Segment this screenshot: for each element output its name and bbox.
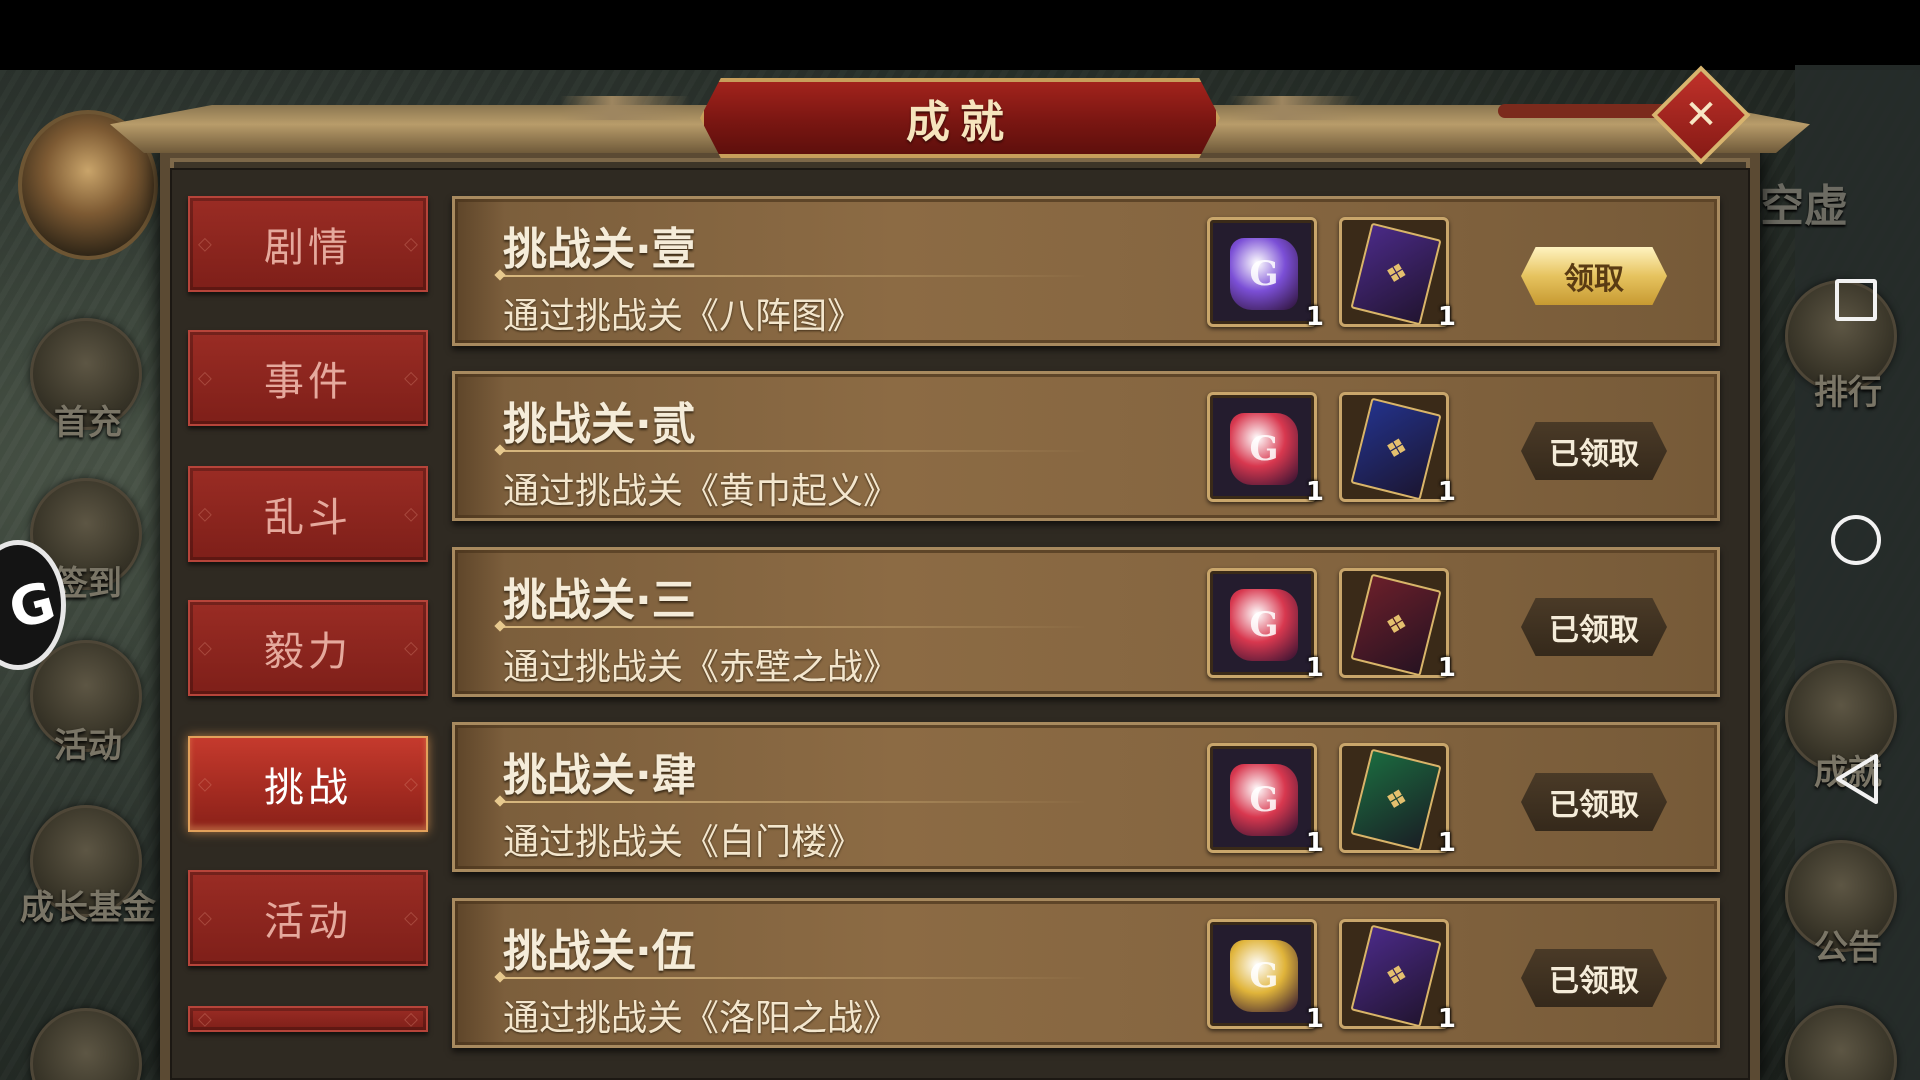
reward-gem-slot[interactable]: G 1: [1207, 568, 1324, 683]
reward-gem-slot[interactable]: G 1: [1207, 743, 1324, 858]
tab-story[interactable]: 剧情: [188, 196, 428, 292]
tab-label: 挑战: [264, 765, 352, 811]
tab-event[interactable]: 事件: [188, 330, 428, 426]
reward-gem-slot[interactable]: G 1: [1207, 217, 1324, 332]
achievement-description: 通过挑战关《白门楼》: [503, 822, 864, 863]
recent-apps-icon[interactable]: [1835, 279, 1877, 321]
reward-gem-slot[interactable]: G 1: [1207, 392, 1324, 507]
achievement-title: 挑战关·肆: [503, 750, 696, 801]
reward-quantity: 1: [1437, 653, 1456, 683]
reward-quantity: 1: [1437, 477, 1456, 507]
home-icon[interactable]: [1831, 515, 1881, 565]
gem-icon: G: [1230, 589, 1298, 661]
reward-book-slot[interactable]: ❖ 1: [1339, 217, 1456, 332]
left-menu-label-first-charge: 首充: [54, 403, 122, 443]
gem-icon: G: [1230, 238, 1298, 310]
achievement-row: 挑战关·壹 通过挑战关《八阵图》 G 1 ❖ 1 领取: [452, 196, 1720, 346]
row-divider: [499, 801, 1089, 803]
reward-quantity: 1: [1437, 828, 1456, 858]
back-icon[interactable]: [1834, 752, 1880, 806]
row-divider: [499, 977, 1089, 979]
claimed-button[interactable]: 已领取: [1521, 949, 1667, 1007]
claimed-button[interactable]: 已领取: [1521, 422, 1667, 480]
left-menu-label-event: 活动: [54, 726, 122, 766]
reward-quantity: 1: [1437, 302, 1456, 332]
tab-label: 活动: [264, 899, 352, 945]
frame-ornament-right: [1230, 96, 1360, 120]
row-divider: [499, 450, 1089, 452]
reward-book-slot[interactable]: ❖ 1: [1339, 568, 1456, 683]
claimed-button[interactable]: 已领取: [1521, 773, 1667, 831]
achievement-description: 通过挑战关《黄巾起义》: [503, 471, 900, 512]
reward-quantity: 1: [1437, 1004, 1456, 1034]
row-divider: [499, 275, 1089, 277]
right-menu-label-ranking: 排行: [1814, 373, 1882, 413]
gem-icon: G: [1230, 764, 1298, 836]
achievement-title: 挑战关·三: [503, 575, 696, 626]
reward-quantity: 1: [1305, 477, 1324, 507]
tab-label: 事件: [264, 359, 352, 405]
achievement-row: 挑战关·伍 通过挑战关《洛阳之战》 G 1 ❖ 1 已领取: [452, 898, 1720, 1048]
tab-label: 剧情: [264, 225, 352, 271]
claimed-button[interactable]: 已领取: [1521, 598, 1667, 656]
tab-perseverance[interactable]: 毅力: [188, 600, 428, 696]
book-icon: ❖: [1350, 222, 1442, 326]
tab-activity[interactable]: 活动: [188, 870, 428, 966]
tab-brawl[interactable]: 乱斗: [188, 466, 428, 562]
reward-gem-slot[interactable]: G 1: [1207, 919, 1324, 1034]
right-menu-label-notice: 公告: [1814, 928, 1882, 968]
claim-button[interactable]: 领取: [1521, 247, 1667, 305]
tab-label: 乱斗: [264, 495, 352, 541]
gem-icon: G: [1230, 940, 1298, 1012]
tab-challenge[interactable]: 挑战: [188, 736, 428, 832]
achievement-row: 挑战关·贰 通过挑战关《黄巾起义》 G 1 ❖ 1 已领取: [452, 371, 1720, 521]
achievement-description: 通过挑战关《八阵图》: [503, 296, 864, 337]
reward-quantity: 1: [1305, 653, 1324, 683]
achievement-description: 通过挑战关《赤壁之战》: [503, 647, 900, 688]
close-icon: ✕: [1684, 92, 1718, 138]
gem-icon: G: [1230, 413, 1298, 485]
achievement-title: 挑战关·伍: [503, 926, 696, 977]
achievement-description: 通过挑战关《洛阳之战》: [503, 998, 900, 1039]
row-divider: [499, 626, 1089, 628]
panel-title-banner: 成就: [700, 78, 1220, 158]
achievement-row: 挑战关·肆 通过挑战关《白门楼》 G 1 ❖ 1 已领取: [452, 722, 1720, 872]
book-icon: ❖: [1350, 924, 1442, 1028]
tab-label: 毅力: [264, 629, 352, 675]
reward-book-slot[interactable]: ❖ 1: [1339, 919, 1456, 1034]
achievement-row: 挑战关·三 通过挑战关《赤壁之战》 G 1 ❖ 1 已领取: [452, 547, 1720, 697]
left-menu-label-growth-fund: 成长基金: [20, 888, 156, 928]
book-icon: ❖: [1350, 748, 1442, 852]
book-icon: ❖: [1350, 573, 1442, 677]
achievement-title: 挑战关·贰: [503, 399, 696, 450]
page-title: 成就: [906, 97, 1014, 148]
book-icon: ❖: [1350, 397, 1442, 501]
reward-quantity: 1: [1305, 828, 1324, 858]
player-name-text: 空虚: [1760, 181, 1848, 232]
reward-quantity: 1: [1305, 302, 1324, 332]
frame-ornament-left: [560, 96, 690, 120]
floating-assistant-glyph: G: [2, 568, 62, 642]
tab-more[interactable]: [188, 1006, 428, 1032]
reward-book-slot[interactable]: ❖ 1: [1339, 743, 1456, 858]
reward-quantity: 1: [1305, 1004, 1324, 1034]
achievement-title: 挑战关·壹: [503, 224, 696, 275]
reward-book-slot[interactable]: ❖ 1: [1339, 392, 1456, 507]
